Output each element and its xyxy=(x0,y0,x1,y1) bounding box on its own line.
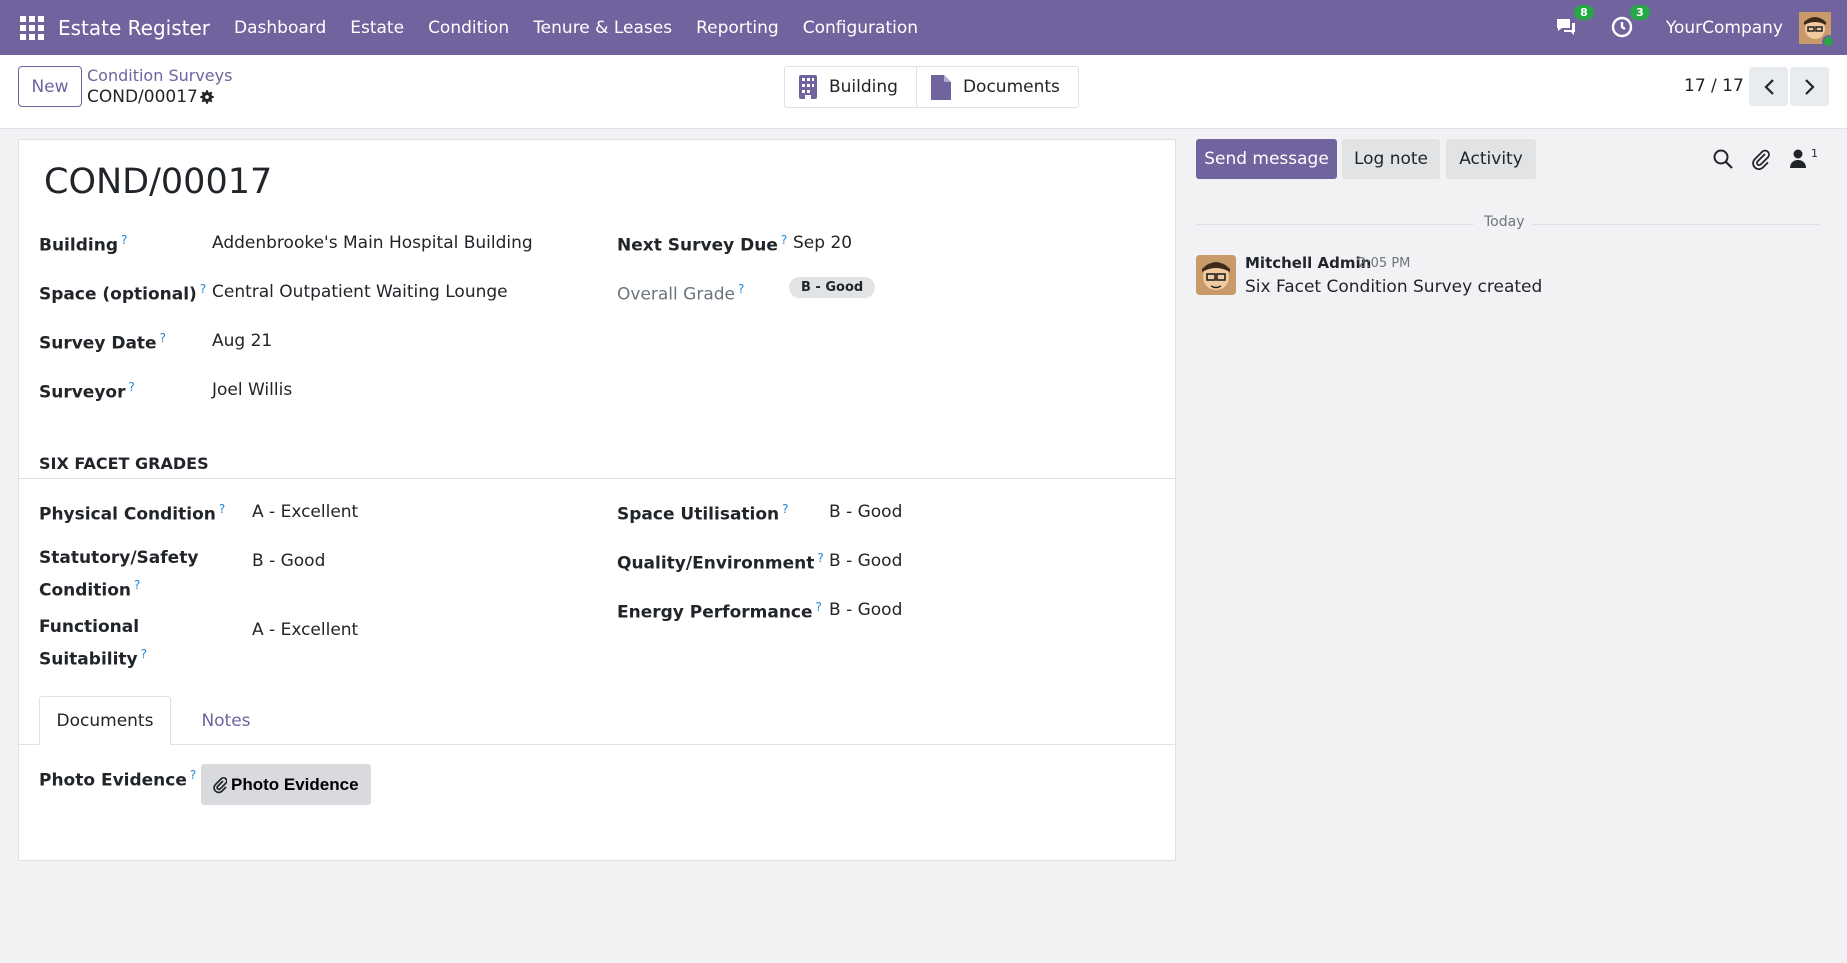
chevron-right-icon xyxy=(1804,78,1815,95)
space-label: Space (optional)? xyxy=(39,282,207,305)
online-status-dot xyxy=(1822,34,1835,48)
activities-badge: 3 xyxy=(1630,4,1650,20)
physical-condition-value[interactable]: A - Excellent xyxy=(252,499,358,526)
control-panel: New Condition Surveys COND/00017 Buildin… xyxy=(0,55,1847,129)
section-divider xyxy=(19,478,1175,479)
building-smart-button-label: Building xyxy=(829,77,898,97)
space-utilisation-label: Space Utilisation? xyxy=(617,502,789,525)
notebook-tabs: Documents Notes xyxy=(19,696,1175,745)
followers-count: 1 xyxy=(1811,147,1818,160)
help-icon[interactable]: ? xyxy=(134,578,140,592)
surveyor-label: Surveyor? xyxy=(39,380,135,403)
quality-environment-value[interactable]: B - Good xyxy=(829,548,902,575)
next-survey-due-value[interactable]: Sep 20 xyxy=(793,230,852,257)
functional-suitability-label: Functional Suitability? xyxy=(39,617,148,670)
breadcrumb-current-record: COND/00017 xyxy=(87,87,198,107)
smart-buttons: Building Documents xyxy=(784,66,1079,108)
pager-previous-button[interactable] xyxy=(1749,67,1788,106)
date-separator-label: Today xyxy=(1484,214,1525,230)
survey-date-value[interactable]: Aug 21 xyxy=(212,328,272,355)
photo-evidence-label: Photo Evidence? xyxy=(39,768,197,791)
activity-button[interactable]: Activity xyxy=(1446,139,1536,179)
statutory-safety-value[interactable]: B - Good xyxy=(252,548,325,575)
followers-icon[interactable] xyxy=(1789,148,1811,170)
six-facet-section-title: SIX FACET GRADES xyxy=(39,454,209,473)
help-icon[interactable]: ? xyxy=(781,233,787,247)
breadcrumb-condition-surveys[interactable]: Condition Surveys xyxy=(87,66,232,85)
energy-performance-value[interactable]: B - Good xyxy=(829,597,902,624)
space-value[interactable]: Central Outpatient Waiting Lounge xyxy=(212,279,508,306)
surveyor-value[interactable]: Joel Willis xyxy=(212,377,292,404)
help-icon[interactable]: ? xyxy=(782,502,788,516)
functional-suitability-value[interactable]: A - Excellent xyxy=(252,617,358,644)
help-icon[interactable]: ? xyxy=(200,282,206,296)
help-icon[interactable]: ? xyxy=(141,647,147,661)
overall-grade-label: Overall Grade? xyxy=(617,282,745,305)
paperclip-icon xyxy=(213,776,227,793)
menu-condition[interactable]: Condition xyxy=(416,18,521,38)
documents-smart-button[interactable]: Documents xyxy=(915,67,1078,107)
message-time: 2:05 PM xyxy=(1358,256,1411,271)
help-icon[interactable]: ? xyxy=(816,600,822,614)
space-utilisation-value[interactable]: B - Good xyxy=(829,499,902,526)
tab-notes[interactable]: Notes xyxy=(191,696,261,745)
quality-environment-label: Quality/Environment? xyxy=(617,551,824,574)
building-smart-button[interactable]: Building xyxy=(785,67,916,107)
building-label: Building? xyxy=(39,233,128,256)
building-value[interactable]: Addenbrooke's Main Hospital Building xyxy=(212,230,533,257)
user-avatar[interactable] xyxy=(1799,11,1835,48)
gear-icon[interactable] xyxy=(198,88,216,106)
messages-icon[interactable]: 8 xyxy=(1554,4,1594,41)
pager-next-button[interactable] xyxy=(1790,67,1829,106)
physical-condition-label: Physical Condition? xyxy=(39,502,226,525)
documents-smart-button-label: Documents xyxy=(962,77,1060,97)
apps-menu-icon[interactable] xyxy=(20,15,44,40)
chevron-left-icon xyxy=(1763,78,1774,95)
record-title: COND/00017 xyxy=(44,162,273,202)
help-icon[interactable]: ? xyxy=(160,331,166,345)
help-icon[interactable]: ? xyxy=(738,282,744,296)
send-message-button[interactable]: Send message xyxy=(1196,139,1337,179)
search-icon[interactable] xyxy=(1712,148,1734,170)
building-icon xyxy=(799,75,817,99)
message-author[interactable]: Mitchell Admin xyxy=(1245,254,1371,272)
app-brand[interactable]: Estate Register xyxy=(58,16,210,40)
tab-documents[interactable]: Documents xyxy=(39,696,171,745)
help-icon[interactable]: ? xyxy=(190,768,196,782)
menu-reporting[interactable]: Reporting xyxy=(684,18,791,38)
menu-tenure-leases[interactable]: Tenure & Leases xyxy=(521,18,684,38)
company-switcher[interactable]: YourCompany xyxy=(1666,18,1783,38)
message-body: Six Facet Condition Survey created xyxy=(1245,277,1543,297)
new-button[interactable]: New xyxy=(18,66,82,107)
activities-clock-icon[interactable]: 3 xyxy=(1610,4,1650,41)
help-icon[interactable]: ? xyxy=(219,502,225,516)
help-icon[interactable]: ? xyxy=(129,380,135,394)
paperclip-icon[interactable] xyxy=(1750,148,1772,170)
photo-evidence-button-label: Photo Evidence xyxy=(231,774,359,794)
log-note-button[interactable]: Log note xyxy=(1342,139,1440,179)
avatar[interactable] xyxy=(1196,255,1236,295)
menu-estate[interactable]: Estate xyxy=(338,18,416,38)
top-navbar: Estate Register Dashboard Estate Conditi… xyxy=(0,0,1847,55)
help-icon[interactable]: ? xyxy=(121,233,127,247)
document-icon xyxy=(930,74,951,100)
date-separator: Today xyxy=(1196,214,1820,234)
photo-evidence-button[interactable]: Photo Evidence xyxy=(201,764,371,805)
next-survey-due-label: Next Survey Due? xyxy=(617,233,788,256)
overall-grade-badge: B - Good xyxy=(789,277,876,298)
statutory-safety-label: Statutory/Safety Condition? xyxy=(39,548,199,601)
energy-performance-label: Energy Performance? xyxy=(617,600,822,623)
survey-date-label: Survey Date? xyxy=(39,331,166,354)
messages-badge: 8 xyxy=(1574,4,1594,20)
menu-configuration[interactable]: Configuration xyxy=(791,18,930,38)
help-icon[interactable]: ? xyxy=(817,551,823,565)
form-sheet: COND/00017 Building? Addenbrooke's Main … xyxy=(18,139,1176,861)
menu-dashboard[interactable]: Dashboard xyxy=(222,18,338,38)
pager-value[interactable]: 17 / 17 xyxy=(1684,76,1744,96)
